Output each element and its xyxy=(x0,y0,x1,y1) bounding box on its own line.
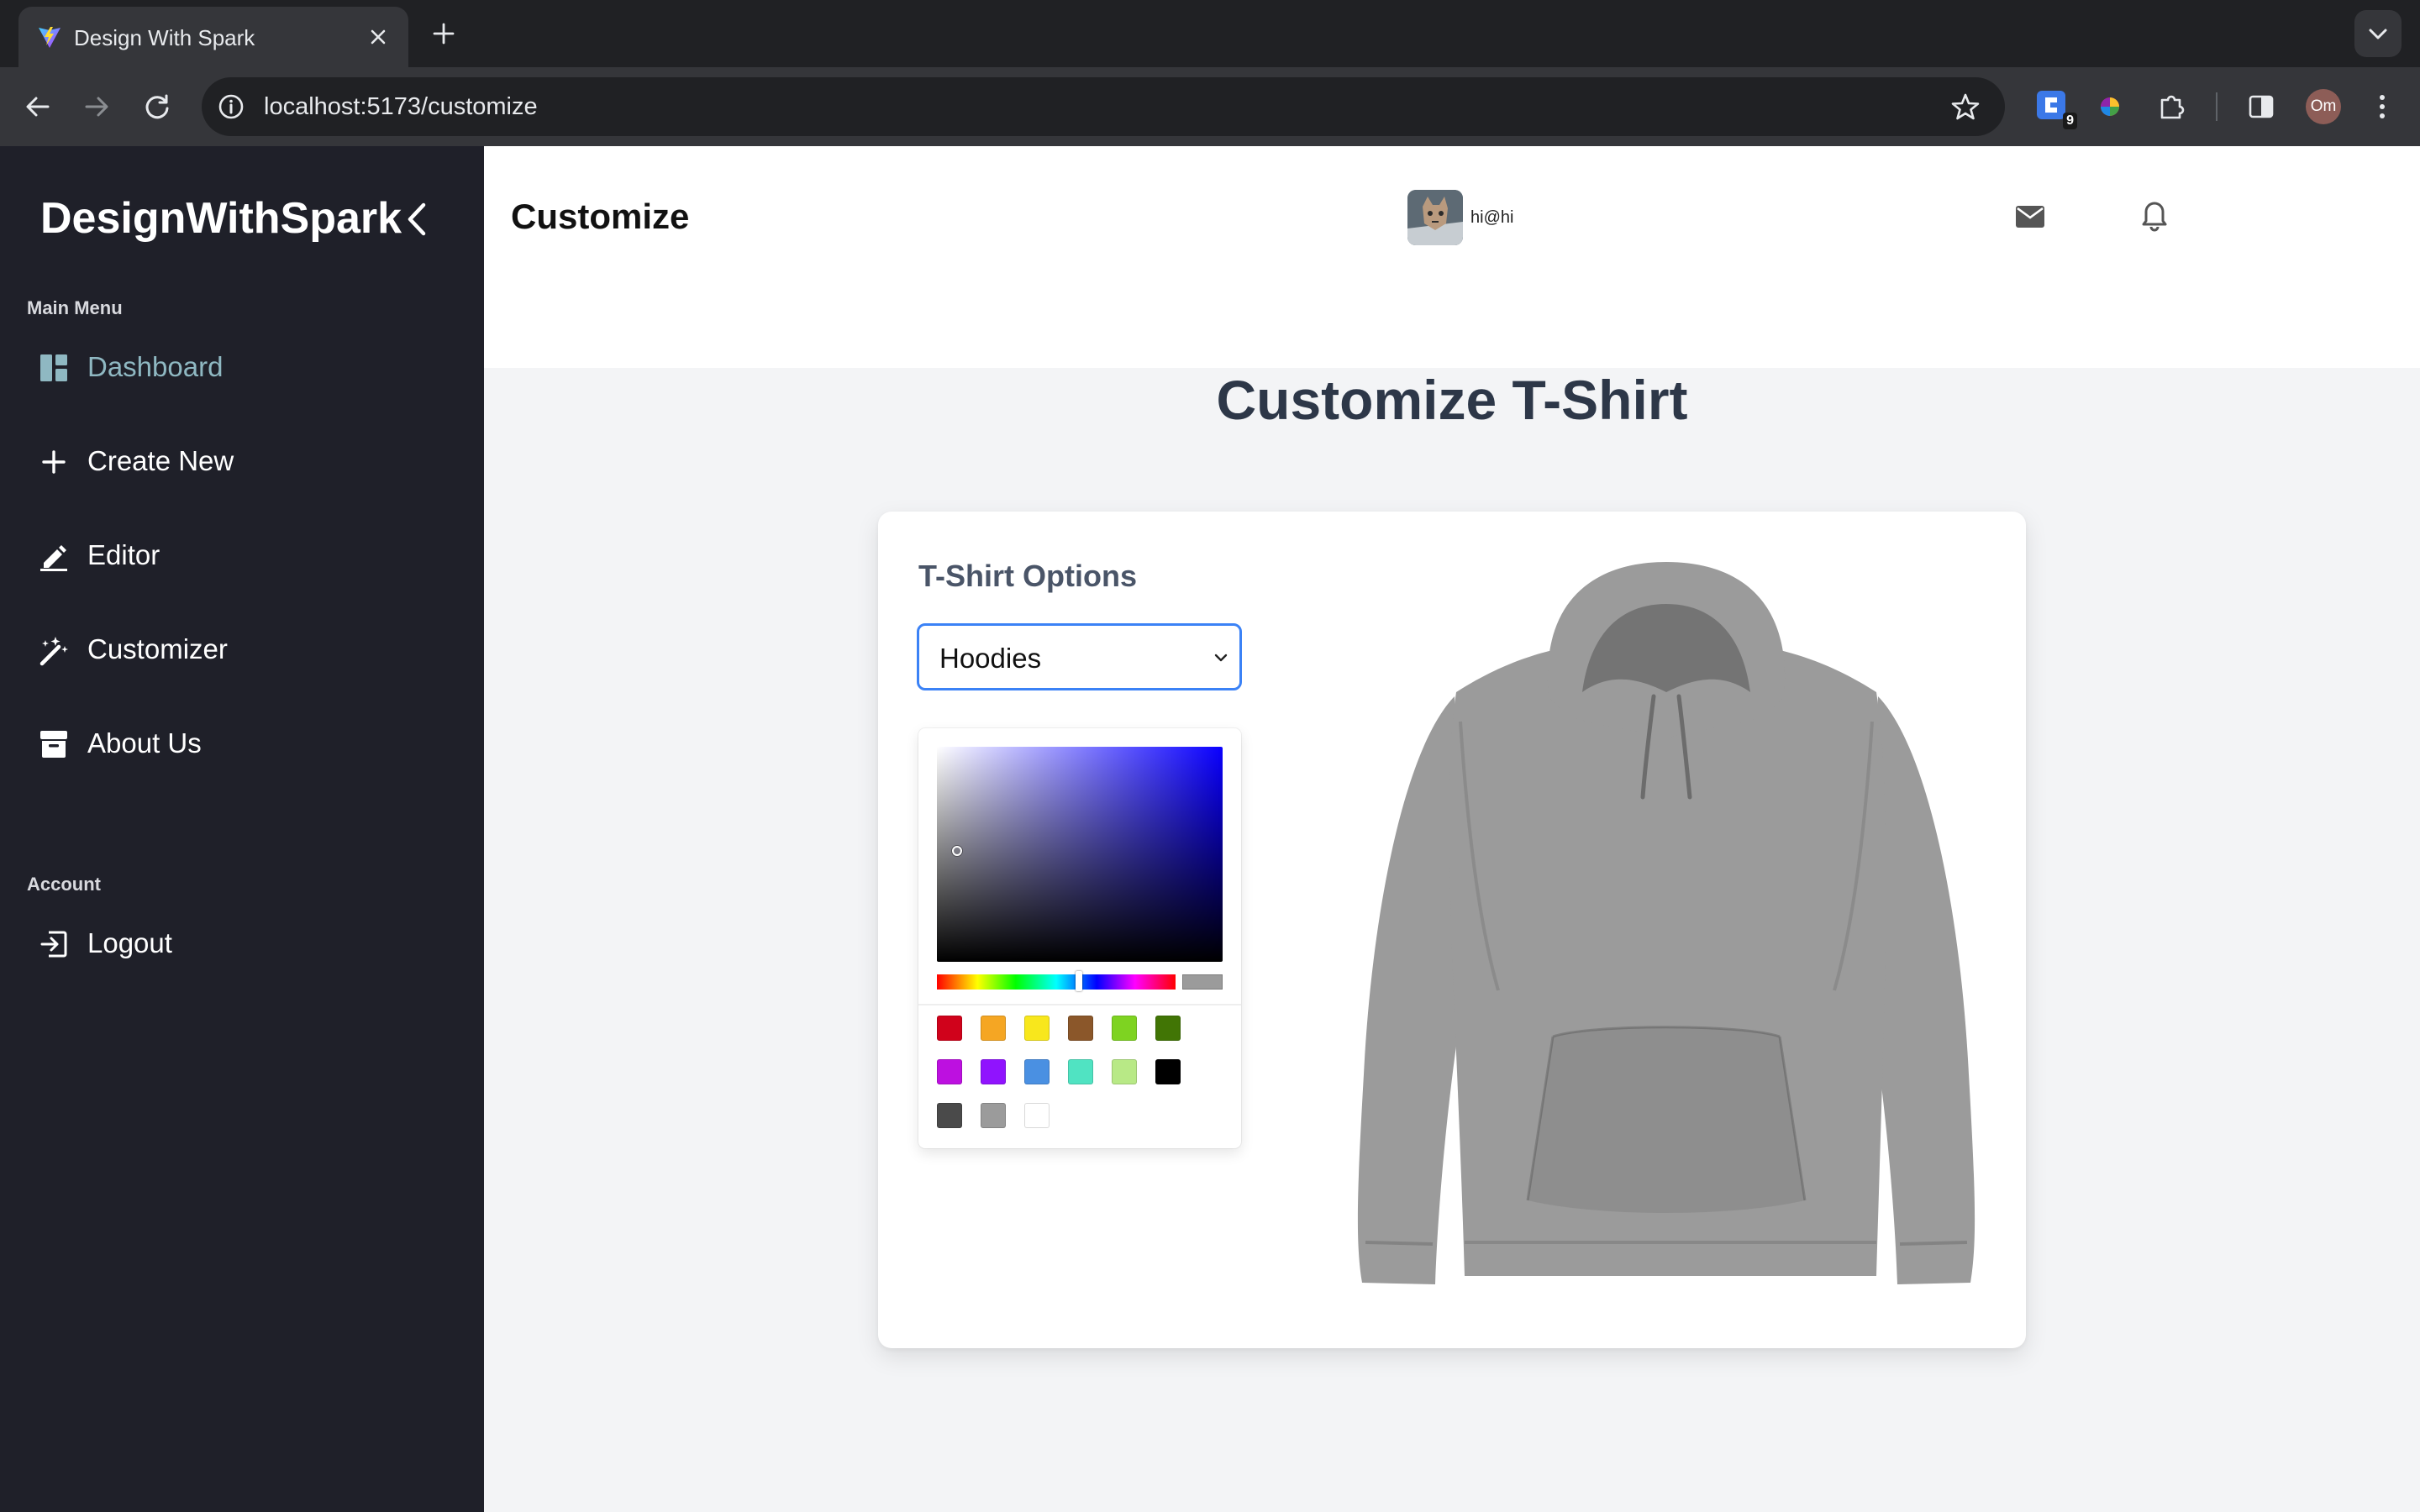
top-header: Customize hi@hi xyxy=(484,146,2420,368)
sidebar-item-label: Logout xyxy=(87,927,172,958)
magic-wand-icon xyxy=(39,637,68,666)
color-swatch[interactable] xyxy=(1068,1016,1093,1041)
mail-icon[interactable] xyxy=(2012,198,2049,235)
chevron-down-icon xyxy=(1214,654,1228,662)
color-picker xyxy=(918,728,1241,1148)
sidebar-item-logout[interactable]: Logout xyxy=(37,917,440,968)
user-avatar-image xyxy=(1407,190,1463,245)
chevron-left-icon[interactable] xyxy=(398,198,435,240)
color-swatch[interactable] xyxy=(1112,1016,1137,1041)
bell-icon[interactable] xyxy=(2136,198,2173,235)
profile-avatar[interactable]: Om xyxy=(2306,89,2341,124)
color-swatch[interactable] xyxy=(1024,1016,1050,1041)
sidebar-item-label: Editor xyxy=(87,539,160,570)
sidebar-item-label: Dashboard xyxy=(87,351,224,382)
options-title: T-Shirt Options xyxy=(918,559,1137,593)
bookmark-star-icon[interactable] xyxy=(1949,91,1981,123)
select-value: Hoodies xyxy=(939,643,1042,674)
color-swatch[interactable] xyxy=(981,1059,1006,1084)
tab-title: Design With Spark xyxy=(74,25,255,50)
color-swatch[interactable] xyxy=(1024,1059,1050,1084)
brand-logo-text: DesignWithSpark xyxy=(40,194,402,243)
dashboard-icon xyxy=(40,354,67,381)
color-swatch[interactable] xyxy=(981,1103,1006,1128)
toolbar-separator xyxy=(2216,92,2217,121)
sidebar-item-label: Customizer xyxy=(87,633,228,664)
color-swatch[interactable] xyxy=(937,1103,962,1128)
extension-button[interactable]: 9 xyxy=(2032,86,2077,129)
color-swatch[interactable] xyxy=(1155,1016,1181,1041)
color-swatch[interactable] xyxy=(981,1016,1006,1041)
color-swatch[interactable] xyxy=(937,1059,962,1084)
logout-icon xyxy=(40,931,67,958)
sidebar-item-customizer[interactable]: Customizer xyxy=(37,623,440,674)
tab-search-button[interactable] xyxy=(2354,10,2402,57)
page-title: Customize xyxy=(511,197,690,236)
hue-slider-handle[interactable] xyxy=(1076,971,1082,991)
sidebar-item-label: About Us xyxy=(87,727,202,759)
user-avatar[interactable] xyxy=(1407,190,1463,245)
puzzle-extensions-icon[interactable] xyxy=(2151,86,2193,128)
browser-tab[interactable]: Design With Spark xyxy=(18,7,408,67)
sidebar-item-label: Create New xyxy=(87,445,234,476)
address-bar[interactable]: localhost:5173/customize xyxy=(202,77,2005,136)
hue-slider[interactable] xyxy=(937,974,1176,990)
user-email: hi@hi xyxy=(1470,208,1514,227)
selected-color-preview xyxy=(1182,974,1223,990)
reload-icon[interactable] xyxy=(139,89,175,124)
garment-type-select[interactable]: Hoodies xyxy=(917,623,1242,690)
pencil-icon xyxy=(40,545,67,571)
new-tab-icon[interactable] xyxy=(427,17,460,50)
kebab-menu-icon[interactable] xyxy=(2361,86,2403,128)
hoodie-preview-image xyxy=(1357,562,1975,1284)
close-icon[interactable] xyxy=(363,22,393,52)
browser-tab-strip: Design With Spark xyxy=(0,0,2420,67)
site-info-icon[interactable] xyxy=(215,91,247,123)
color-swatch[interactable] xyxy=(1112,1059,1137,1084)
account-label: Account xyxy=(27,874,101,895)
saturation-handle[interactable] xyxy=(952,846,962,856)
side-panel-icon[interactable] xyxy=(2240,86,2282,128)
browser-toolbar: localhost:5173/customize 9 xyxy=(0,67,2420,146)
sidebar-item-dashboard[interactable]: Dashboard xyxy=(37,341,440,391)
vite-logo-icon xyxy=(39,27,60,48)
sidebar-item-editor[interactable]: Editor xyxy=(37,529,440,580)
sidebar-item-create-new[interactable]: Create New xyxy=(37,435,440,486)
forward-arrow-icon[interactable] xyxy=(79,89,114,124)
archive-icon xyxy=(40,731,67,758)
main-menu-label: Main Menu xyxy=(27,297,123,318)
color-swatch[interactable] xyxy=(1024,1103,1050,1128)
url-text: localhost:5173/customize xyxy=(264,93,538,120)
extension-count-badge: 9 xyxy=(2063,113,2077,129)
picker-divider xyxy=(918,1004,1241,1005)
sidebar-item-about-us[interactable]: About Us xyxy=(37,717,440,768)
main-heading: Customize T-Shirt xyxy=(1216,369,1688,431)
color-wheel-extension-icon[interactable] xyxy=(2089,86,2131,128)
saturation-area[interactable] xyxy=(937,747,1223,962)
color-swatch[interactable] xyxy=(937,1016,962,1041)
color-swatch[interactable] xyxy=(1068,1059,1093,1084)
color-swatch[interactable] xyxy=(1155,1059,1181,1084)
customize-card: T-Shirt Options Hoodies xyxy=(878,512,2026,1348)
chevron-down-icon xyxy=(2369,29,2387,39)
back-arrow-icon[interactable] xyxy=(20,89,55,124)
plus-icon xyxy=(42,450,66,474)
sidebar: DesignWithSpark Main Menu Dashboard Crea… xyxy=(0,146,484,1512)
